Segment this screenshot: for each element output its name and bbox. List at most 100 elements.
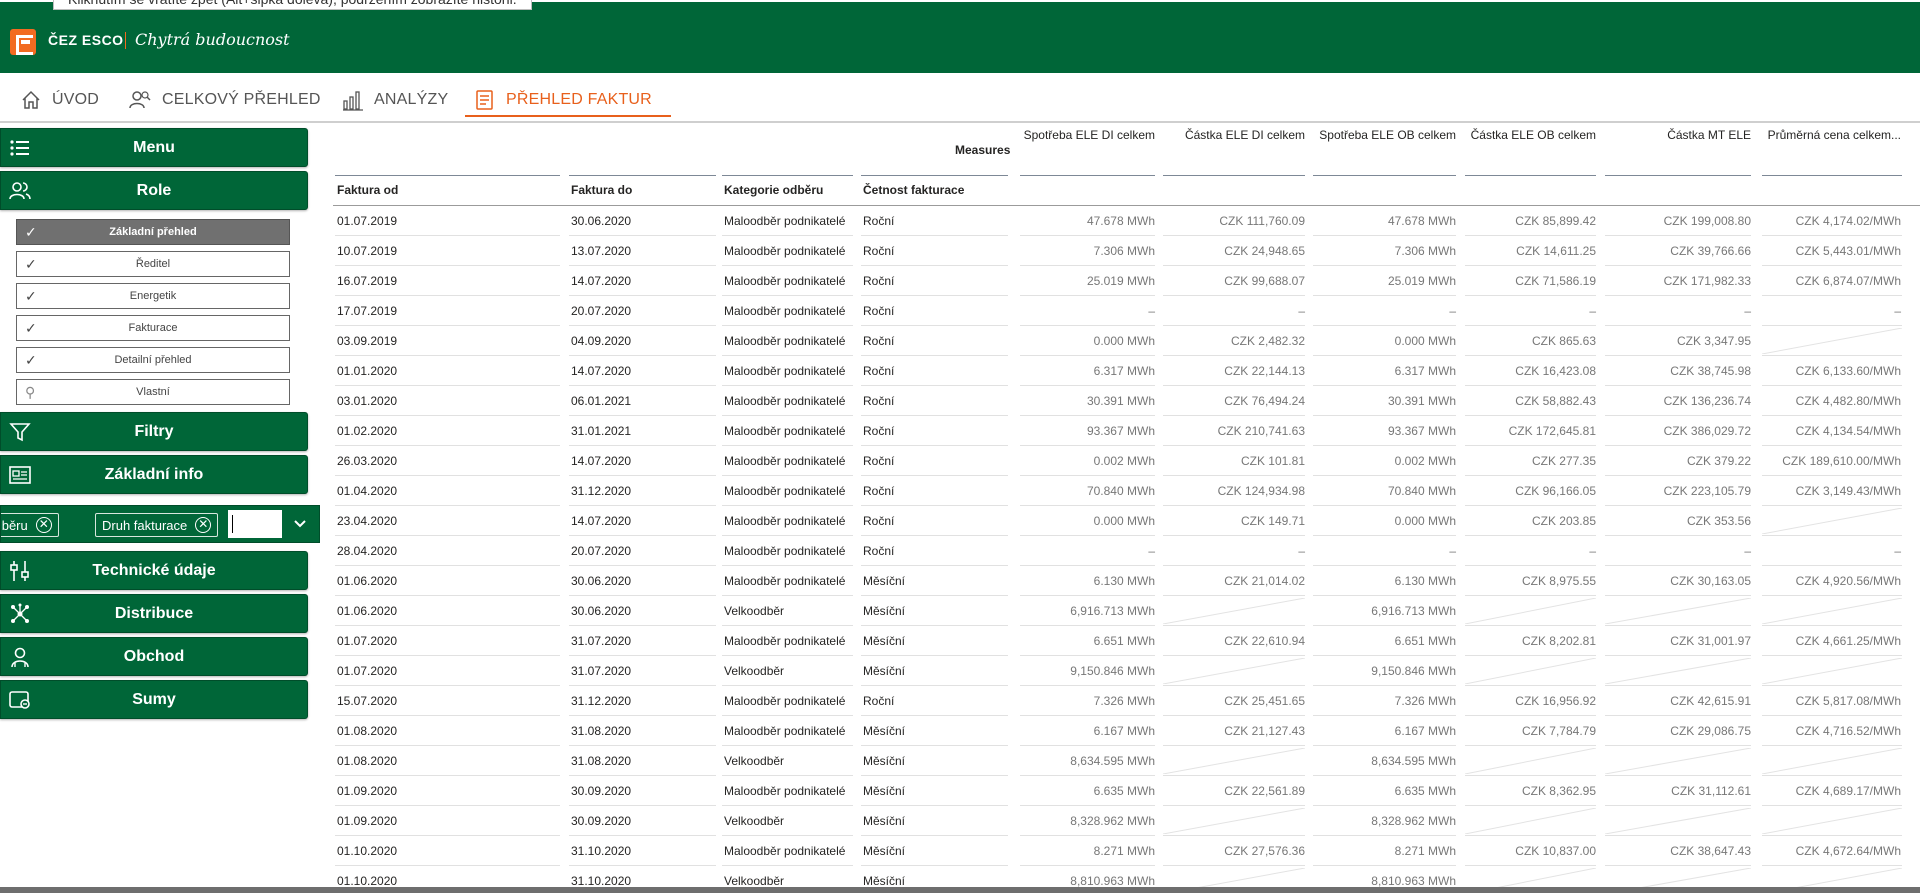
value-cell: CZK 353.56: [1686, 514, 1751, 528]
row-cell: 17.07.2019: [337, 304, 398, 318]
measures-label: Measures: [955, 143, 1011, 157]
table-row[interactable]: 01.06.2020 30.06.2020 Velkoodběr Měsíční 6,9…: [333, 596, 1920, 626]
row-cell: Maloodběr podnikatelé: [724, 304, 846, 318]
role-item-label: Ředitel: [135, 258, 171, 270]
row-cell: 03.09.2019: [337, 334, 398, 348]
row-cell: 20.07.2020: [571, 304, 632, 318]
value-cell: CZK 865.63: [1531, 334, 1596, 348]
row-cell: 06.01.2021: [571, 394, 632, 408]
tab-analyzy[interactable]: ANALÝZY: [342, 85, 448, 115]
tab-uvod[interactable]: ÚVOD: [20, 85, 99, 115]
wrench-icon: ⚲: [25, 384, 36, 400]
slicer-filter-bar: Kategorie odběru ✕ Druh fakturace ✕: [0, 505, 320, 543]
row-cell: Roční: [863, 304, 895, 318]
column-header[interactable]: Spotřeba ELE OB celkem: [1319, 128, 1456, 142]
value-cell: CZK 277.35: [1531, 454, 1596, 468]
role-button[interactable]: Role: [0, 171, 308, 210]
table-row[interactable]: 01.04.2020 31.12.2020 Maloodběr podnikatel…: [333, 476, 1920, 506]
column-header[interactable]: Průměrná cena celkem...: [1768, 128, 1901, 142]
tab-celkovy-label: CELKOVÝ PŘEHLED: [162, 91, 321, 108]
menu-button[interactable]: Menu: [0, 128, 308, 167]
role-label: Role: [136, 181, 172, 199]
role-vlastni[interactable]: ⚲ Vlastní: [16, 379, 290, 405]
filtry-button[interactable]: Filtry: [0, 412, 308, 451]
table-row[interactable]: 03.01.2020 06.01.2021 Maloodběr podnikatel…: [333, 386, 1920, 416]
column-header-underline: [1313, 175, 1456, 176]
table-row[interactable]: 01.07.2020 31.07.2020 Velkoodběr Měsíční 9,1…: [333, 656, 1920, 686]
row-cell: Roční: [863, 424, 895, 438]
table-row[interactable]: 26.03.2020 14.07.2020 Maloodběr podnikatel…: [333, 446, 1920, 476]
empty-cell-hatch: [1163, 598, 1305, 624]
header-bar: ČEZ ESCO Chytrá budoucnost: [0, 0, 1920, 73]
zakladni-info-label: Základní info: [104, 465, 204, 483]
table-row[interactable]: 10.07.2019 13.07.2020 Maloodběr podnikatel…: [333, 236, 1920, 266]
table-row[interactable]: 01.02.2020 31.01.2021 Maloodběr podnikatel…: [333, 416, 1920, 446]
table-row[interactable]: 15.07.2020 31.12.2020 Maloodběr podnikatel…: [333, 686, 1920, 716]
row-header[interactable]: Faktura do: [571, 183, 632, 197]
row-cell: Maloodběr podnikatelé: [724, 514, 846, 528]
value-cell: –: [1589, 544, 1596, 558]
table-row[interactable]: 01.07.2019 30.06.2020 Maloodběr podnikatel…: [333, 206, 1920, 236]
filter-pill-label: Druh fakturace: [102, 517, 188, 533]
table-row[interactable]: 16.07.2019 14.07.2020 Maloodběr podnikatel…: [333, 266, 1920, 296]
remove-pill-icon[interactable]: ✕: [195, 517, 212, 533]
filter-search-input[interactable]: [228, 510, 282, 538]
empty-cell-hatch: [1605, 598, 1751, 624]
value-cell: CZK 124,934.98: [1217, 484, 1305, 498]
column-header[interactable]: Částka MT ELE: [1667, 128, 1751, 142]
filtry-label: Filtry: [134, 422, 174, 440]
row-cell: Maloodběr podnikatelé: [724, 694, 846, 708]
table-row[interactable]: 01.08.2020 31.08.2020 Maloodběr podnikatel…: [333, 716, 1920, 746]
table-row[interactable]: 23.04.2020 14.07.2020 Maloodběr podnikatel…: [333, 506, 1920, 536]
tab-prehled-faktur[interactable]: PŘEHLED FAKTUR: [474, 85, 652, 115]
role-reditel[interactable]: ✓ Ředitel: [16, 251, 290, 277]
column-header[interactable]: Částka ELE OB celkem: [1471, 128, 1596, 142]
role-zakladni-prehled[interactable]: ✓ Základní přehled: [16, 219, 290, 245]
role-energetik[interactable]: ✓ Energetik: [16, 283, 290, 309]
table-row[interactable]: 01.10.2020 31.10.2020 Maloodběr podnikatel…: [333, 836, 1920, 866]
value-cell: CZK 5,443.01/MWh: [1795, 244, 1901, 258]
remove-pill-icon[interactable]: ✕: [35, 517, 52, 533]
row-header[interactable]: Četnost fakturace: [863, 183, 964, 197]
role-fakturace[interactable]: ✓ Fakturace: [16, 315, 290, 341]
technicke-udaje-button[interactable]: Technické údaje: [0, 551, 308, 590]
value-cell: –: [1744, 304, 1751, 318]
row-cell: Velkoodběr: [724, 874, 785, 888]
zakladni-info-button[interactable]: Základní info: [0, 455, 308, 494]
tab-analyzy-label: ANALÝZY: [374, 91, 449, 108]
value-cell: CZK 2,482.32: [1230, 334, 1305, 348]
distribuce-button[interactable]: Distribuce: [0, 594, 308, 633]
table-row[interactable]: 01.09.2020 30.09.2020 Maloodběr podnikatel…: [333, 776, 1920, 806]
sum-card-icon: [9, 691, 30, 709]
column-header[interactable]: Částka ELE DI celkem: [1185, 128, 1305, 142]
table-row[interactable]: 01.09.2020 30.09.2020 Velkoodběr Měsíční 8,3…: [333, 806, 1920, 836]
bottom-scrollbar[interactable]: [0, 887, 1920, 893]
value-cell: 7.306 MWh: [1394, 244, 1456, 258]
tab-celkovy-prehled[interactable]: CELKOVÝ PŘEHLED: [128, 85, 321, 115]
value-cell: CZK 76,494.24: [1224, 394, 1305, 408]
row-cell: Velkoodběr: [724, 664, 785, 678]
table-row[interactable]: 01.06.2020 30.06.2020 Maloodběr podnikatel…: [333, 566, 1920, 596]
row-cell: Maloodběr podnikatelé: [724, 634, 846, 648]
check-icon: ✓: [25, 256, 37, 272]
table-row[interactable]: 17.07.2019 20.07.2020 Maloodběr podnikatel…: [333, 296, 1920, 326]
table-row[interactable]: 01.08.2020 31.08.2020 Velkoodběr Měsíční 8,6…: [333, 746, 1920, 776]
filter-pill-kategorie[interactable]: Kategorie odběru ✕: [1, 513, 59, 537]
table-row[interactable]: 28.04.2020 20.07.2020 Maloodběr podnikatel…: [333, 536, 1920, 566]
row-cell: 15.07.2020: [337, 694, 398, 708]
table-row[interactable]: 01.07.2020 31.07.2020 Maloodběr podnikatel…: [333, 626, 1920, 656]
filter-pill-druh[interactable]: Druh fakturace ✕: [95, 513, 219, 537]
table-row[interactable]: 01.01.2020 14.07.2020 Maloodběr podnikatel…: [333, 356, 1920, 386]
table-row[interactable]: 03.09.2019 04.09.2020 Maloodběr podnikatel…: [333, 326, 1920, 356]
chevron-down-icon[interactable]: [282, 510, 318, 538]
column-header[interactable]: Spotřeba ELE DI celkem: [1024, 128, 1155, 142]
value-cell: CZK 31,112.61: [1671, 784, 1751, 798]
sumy-button[interactable]: Sumy: [0, 680, 308, 719]
row-header[interactable]: Faktura od: [337, 183, 398, 197]
value-cell: –: [1894, 304, 1901, 318]
obchod-button[interactable]: Obchod: [0, 637, 308, 676]
row-cell: Maloodběr podnikatelé: [724, 454, 846, 468]
role-detailni-prehled[interactable]: ✓ Detailní přehled: [16, 347, 290, 373]
value-cell: CZK 189,610.00/MWh: [1782, 454, 1901, 468]
row-header[interactable]: Kategorie odběru: [724, 183, 823, 197]
